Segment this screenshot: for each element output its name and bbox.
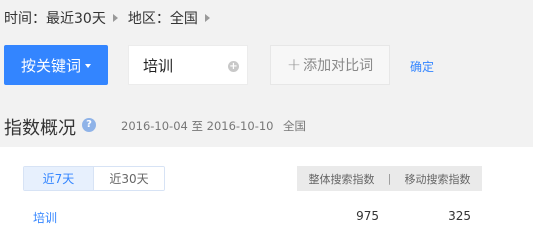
date-range: 2016-10-04 至 2016-10-10 <box>121 119 274 133</box>
region-filter-label: 地区：全国 <box>127 11 198 27</box>
chevron-right-icon <box>204 14 210 22</box>
column-mobile: 移动搜索指数 <box>404 172 471 186</box>
overview-region: 全国 <box>283 119 306 133</box>
breadcrumb: 时间：最近30天 地区：全国 <box>4 8 220 28</box>
confirm-link[interactable]: 确定 <box>410 58 434 75</box>
column-overall: 整体搜索指数 <box>308 172 375 186</box>
row-keyword[interactable]: 培训 <box>33 209 57 226</box>
time-filter[interactable]: 时间：最近30天 <box>4 8 128 28</box>
table-header: 整体搜索指数 | 移动搜索指数 <box>297 166 482 191</box>
keyword-value: 培训 <box>143 56 174 75</box>
caret-down-icon <box>85 64 91 68</box>
overview-title: 指数概况 <box>4 118 76 139</box>
overview-panel: 近7天 近30天 整体搜索指数 | 移动搜索指数 培训 975 325 <box>0 147 533 245</box>
tab-7-days[interactable]: 近7天 <box>24 167 94 190</box>
help-icon[interactable]: ? <box>82 118 96 132</box>
keyword-mode-button[interactable]: 按关键词 <box>4 45 108 85</box>
keyword-mode-label: 按关键词 <box>20 56 81 75</box>
add-compare-label: 添加对比词 <box>303 58 374 74</box>
index-page: 时间：最近30天 地区：全国 按关键词 培训 + + 添加对比词 确定 指数概况… <box>0 0 533 245</box>
add-circle-icon[interactable]: + <box>228 61 239 72</box>
tab-30-days[interactable]: 近30天 <box>94 167 164 190</box>
chevron-right-icon <box>112 14 118 22</box>
period-tabs: 近7天 近30天 <box>23 166 165 191</box>
time-filter-label: 时间：最近30天 <box>4 11 106 27</box>
row-overall-value: 975 <box>356 209 379 223</box>
row-mobile-value: 325 <box>448 209 471 223</box>
plus-icon: + <box>286 55 302 75</box>
region-filter[interactable]: 地区：全国 <box>128 8 220 28</box>
add-compare-button[interactable]: + 添加对比词 <box>270 45 390 85</box>
keyword-field[interactable]: 培训 + <box>128 45 248 85</box>
column-separator: | <box>387 172 392 185</box>
